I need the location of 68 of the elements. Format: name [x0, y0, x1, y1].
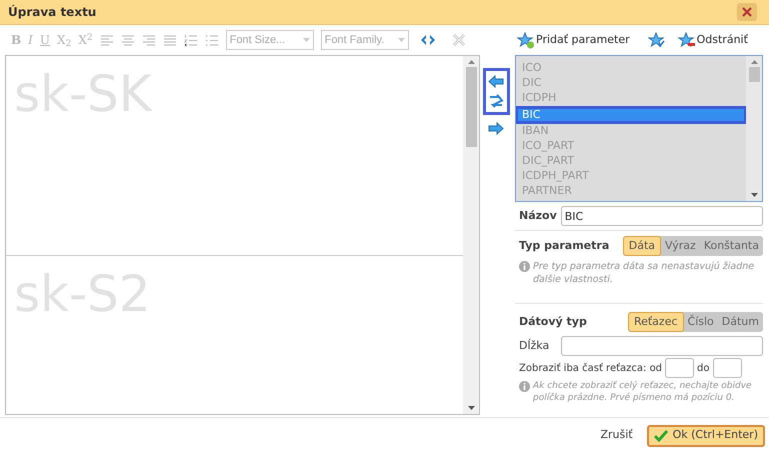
- info-icon: [519, 261, 530, 272]
- clear-icon[interactable]: [452, 34, 465, 46]
- left-arrow-icon[interactable]: [488, 75, 504, 88]
- ok-button[interactable]: Ok (Ctrl+Enter): [646, 424, 765, 446]
- info-note: Ak chcete zobraziť celý reťazec, nechajte obidve políčka prázdne. Prvé písmeno má pozíciu 0.: [533, 380, 753, 404]
- remove-parameter-button[interactable]: Odstrániť: [678, 32, 748, 48]
- font-select[interactable]: Font Family.: [320, 30, 409, 50]
- field-label: Názov: [519, 208, 557, 224]
- caret-icon: [302, 38, 310, 42]
- field-label: do: [697, 362, 710, 376]
- star-check-icon[interactable]: [648, 32, 666, 48]
- scroll-thumb[interactable]: [466, 67, 476, 147]
- format-button[interactable]: I: [28, 34, 33, 46]
- scroll-down-icon[interactable]: [750, 193, 758, 197]
- align-right-icon[interactable]: [142, 34, 156, 46]
- segment-button[interactable]: Dátum: [718, 312, 763, 332]
- segment-button[interactable]: Výraz: [661, 236, 700, 256]
- close-button[interactable]: [737, 3, 757, 21]
- segment-button[interactable]: Dáta: [622, 236, 662, 256]
- list-item[interactable]: ICO_PART: [516, 139, 746, 154]
- list-item[interactable]: BIC: [516, 106, 747, 124]
- format-button[interactable]: U: [40, 34, 50, 46]
- justify-icon[interactable]: [162, 34, 177, 46]
- right-arrow-icon[interactable]: [488, 122, 504, 135]
- numbered-list-icon[interactable]: [184, 34, 198, 46]
- list-item[interactable]: PARTNER: [516, 184, 746, 199]
- scroll-up-icon[interactable]: [468, 60, 474, 64]
- format-button[interactable]: X$_{2}$: [57, 34, 72, 46]
- star-plus-icon: [517, 32, 535, 48]
- swap-arrow-icon[interactable]: [488, 94, 504, 108]
- align-center-icon[interactable]: [120, 34, 135, 46]
- length-field[interactable]: [561, 336, 763, 356]
- field-label: Typ parametra: [519, 238, 610, 254]
- field-label: Dĺžka: [519, 338, 550, 354]
- window-title: Úprava textu: [8, 4, 96, 21]
- list-item[interactable]: ICDPH_PART: [516, 169, 746, 184]
- bullet-list-icon[interactable]: [204, 34, 219, 46]
- list-item[interactable]: ICO: [516, 61, 746, 76]
- field-label: Zobraziť iba časť reťazca: od: [519, 362, 662, 376]
- close-icon: [742, 7, 752, 17]
- info-icon: [519, 381, 530, 392]
- scroll-up-icon[interactable]: [750, 60, 758, 64]
- code-icon[interactable]: [420, 35, 436, 45]
- list-item[interactable]: DIC_PART: [516, 154, 746, 169]
- list-item[interactable]: DIC: [516, 76, 746, 91]
- field-label: Dátový typ: [519, 314, 587, 330]
- check-icon: [654, 430, 668, 442]
- format-button[interactable]: X$^{2}$: [78, 34, 93, 46]
- cancel-button[interactable]: Zrušiť: [598, 427, 635, 444]
- info-note: Pre typ parametra dáta sa nenastavujú žiadne ďalšie vlastnosti.: [533, 260, 756, 287]
- font-select[interactable]: Font Size...: [226, 30, 314, 50]
- segment-button[interactable]: Konštanta: [700, 236, 763, 256]
- add-parameter-button[interactable]: Pridať parameter: [517, 32, 630, 48]
- scrollbar[interactable]: [746, 56, 762, 201]
- scrollbar[interactable]: [463, 56, 479, 414]
- name-field[interactable]: BIC: [560, 206, 763, 226]
- format-button[interactable]: B: [11, 34, 22, 46]
- to-field[interactable]: [712, 358, 742, 378]
- segment-button[interactable]: Reťazec: [628, 312, 684, 332]
- star-minus-icon: [678, 32, 696, 48]
- scroll-thumb[interactable]: [748, 67, 760, 82]
- caret-icon: [398, 38, 405, 42]
- list-item[interactable]: IBAN: [516, 124, 746, 139]
- from-field[interactable]: [665, 358, 694, 378]
- segment-button[interactable]: Číslo: [684, 312, 718, 332]
- scroll-down-icon[interactable]: [468, 406, 474, 410]
- list-item[interactable]: ICDPH: [516, 91, 746, 106]
- align-left-icon[interactable]: [100, 34, 114, 46]
